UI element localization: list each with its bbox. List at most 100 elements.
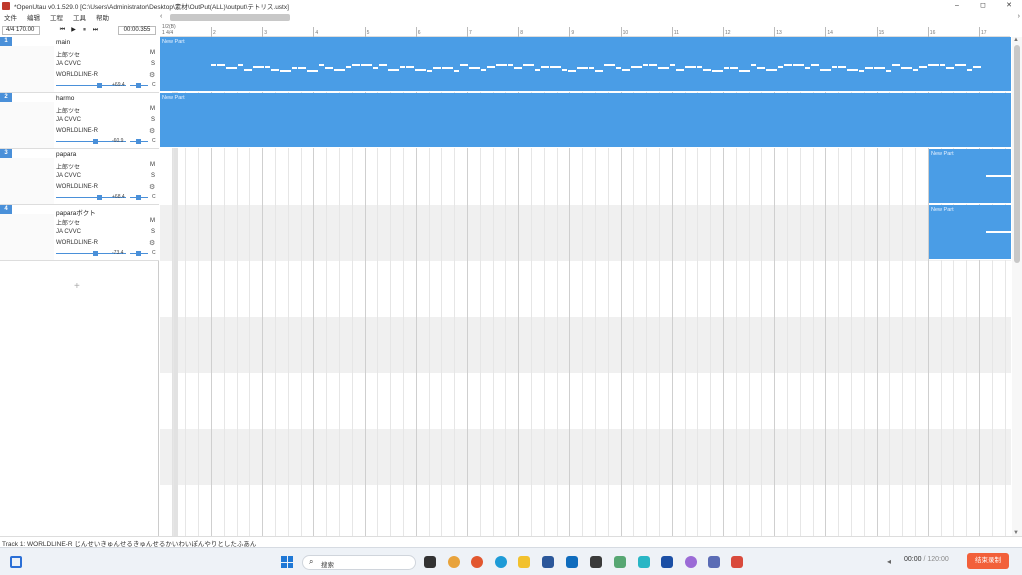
- track-phonemizer[interactable]: JA CVVC: [56, 61, 81, 67]
- track-canvas[interactable]: New Part New Part New Part New Part: [160, 37, 1011, 536]
- app-icon-green[interactable]: [614, 556, 626, 568]
- pan-slider-knob[interactable]: [136, 195, 141, 200]
- vertical-scroll-thumb[interactable]: [1014, 45, 1020, 263]
- mute-button[interactable]: M: [150, 218, 155, 224]
- gear-icon[interactable]: ⚙: [149, 239, 155, 247]
- gear-icon[interactable]: ⚙: [149, 71, 155, 79]
- track-header[interactable]: 1 main 上郎ツセ JA CVVC WORLDLINE-R M S ⚙ +69.4 C: [0, 37, 159, 93]
- mute-button[interactable]: M: [150, 50, 155, 56]
- pause-icon[interactable]: ⏸: [79, 26, 90, 35]
- scroll-up-icon[interactable]: ▲: [1013, 37, 1019, 43]
- pan-slider-knob[interactable]: [136, 251, 141, 256]
- outlook-icon[interactable]: [566, 556, 578, 568]
- note-preview: [928, 64, 939, 66]
- track-header[interactable]: 2 harmo 上郎ツセ JA CVVC WORLDLINE-R M S ⚙ -60.9 C: [0, 93, 159, 149]
- gear-icon[interactable]: ⚙: [149, 127, 155, 135]
- track-header[interactable]: 3 papara 上郎ツセ JA CVVC WORLDLINE-R M S ⚙ +68.4 C: [0, 149, 159, 205]
- skip-back-icon[interactable]: ⏮: [57, 26, 68, 35]
- task-view-icon[interactable]: [424, 556, 436, 568]
- play-icon[interactable]: ▶: [68, 26, 79, 35]
- taskbar-search[interactable]: ⌕ 搜索: [302, 555, 416, 570]
- track-phonemizer[interactable]: JA CVVC: [56, 229, 81, 235]
- volume-slider-knob[interactable]: [97, 195, 102, 200]
- solo-button[interactable]: S: [151, 173, 155, 179]
- track-number-badge[interactable]: 4: [0, 205, 12, 214]
- edge-icon[interactable]: [495, 556, 507, 568]
- track-renderer[interactable]: WORLDLINE-R: [56, 72, 98, 78]
- track-name[interactable]: paparaボクト: [56, 207, 96, 217]
- solo-button[interactable]: S: [151, 61, 155, 67]
- volume-slider-knob[interactable]: [93, 139, 98, 144]
- track-part[interactable]: New Part: [160, 93, 1011, 148]
- firefox-icon[interactable]: [471, 556, 483, 568]
- track-renderer[interactable]: WORLDLINE-R: [56, 184, 98, 190]
- signature-tempo-box[interactable]: 4/4 170.00: [2, 26, 40, 35]
- skip-forward-icon[interactable]: ⏭: [90, 26, 101, 35]
- singer-avatar[interactable]: [0, 102, 54, 148]
- menu-edit[interactable]: 编辑: [27, 12, 40, 22]
- volume-icon[interactable]: ◂: [887, 557, 891, 566]
- track-renderer[interactable]: WORLDLINE-R: [56, 128, 98, 134]
- stop-recording-button[interactable]: 结束录制: [967, 553, 1009, 569]
- horizontal-scroll-thumb[interactable]: [170, 14, 290, 21]
- pan-slider-knob[interactable]: [136, 83, 141, 88]
- singer-avatar[interactable]: [0, 158, 54, 204]
- app-icon-blue[interactable]: [661, 556, 673, 568]
- app-icon-purple[interactable]: [685, 556, 697, 568]
- singer-avatar[interactable]: [0, 46, 54, 92]
- singer-avatar[interactable]: [0, 214, 54, 260]
- track-singer[interactable]: 上郎ツセ: [56, 50, 80, 59]
- terminal-icon[interactable]: [590, 556, 602, 568]
- mute-button[interactable]: M: [150, 106, 155, 112]
- volume-slider-knob[interactable]: [93, 251, 98, 256]
- vertical-scrollbar[interactable]: ▲ ▼: [1012, 37, 1022, 536]
- widgets-icon[interactable]: [10, 556, 22, 568]
- copilot-icon[interactable]: [448, 556, 460, 568]
- app-icon-indigo[interactable]: [708, 556, 720, 568]
- ruler-bar-number: 3: [264, 30, 267, 36]
- solo-button[interactable]: S: [151, 117, 155, 123]
- track-number-badge[interactable]: 3: [0, 149, 12, 158]
- maximize-button[interactable]: ◻: [970, 0, 996, 11]
- ruler-bar-tick: [774, 27, 776, 37]
- track-header[interactable]: 4 paparaボクト 上郎ツセ JA CVVC WORLDLINE-R M S ⚙ -73.4…: [0, 205, 159, 261]
- track-singer[interactable]: 上郎ツセ: [56, 106, 80, 115]
- track-part[interactable]: New Part: [929, 149, 1011, 204]
- mute-button[interactable]: M: [150, 162, 155, 168]
- start-icon[interactable]: [281, 556, 293, 568]
- track-part[interactable]: New Part: [929, 205, 1011, 260]
- close-button[interactable]: ✕: [996, 0, 1022, 11]
- menu-project[interactable]: 工程: [50, 12, 63, 22]
- volume-slider-knob[interactable]: [97, 83, 102, 88]
- file-explorer-icon[interactable]: [518, 556, 530, 568]
- pan-slider-knob[interactable]: [136, 139, 141, 144]
- note-preview: [244, 68, 252, 71]
- track-phonemizer[interactable]: JA CVVC: [56, 117, 81, 123]
- scroll-right-icon[interactable]: ›: [1018, 13, 1020, 20]
- menu-tools[interactable]: 工具: [73, 12, 86, 22]
- ruler-bar-number: 16: [929, 30, 936, 36]
- track-singer[interactable]: 上郎ツセ: [56, 218, 80, 227]
- solo-button[interactable]: S: [151, 229, 155, 235]
- store-icon[interactable]: [542, 556, 554, 568]
- track-name[interactable]: main: [56, 39, 70, 46]
- track-phonemizer[interactable]: JA CVVC: [56, 173, 81, 179]
- track-renderer[interactable]: WORLDLINE-R: [56, 240, 98, 246]
- scroll-left-icon[interactable]: ‹: [160, 13, 162, 20]
- horizontal-scrollbar[interactable]: ‹ ›: [160, 12, 1022, 23]
- track-name[interactable]: papara: [56, 151, 76, 158]
- track-number-badge[interactable]: 2: [0, 93, 12, 102]
- timeline-ruler[interactable]: 1/2(B) 1 4/4 2 3 4 5 6 7 8 9 10 11 12 13 14 15 16 17: [160, 24, 1010, 37]
- note-preview: [874, 67, 885, 69]
- gear-icon[interactable]: ⚙: [149, 183, 155, 191]
- track-number-badge[interactable]: 1: [0, 37, 12, 46]
- menu-help[interactable]: 帮助: [96, 12, 109, 22]
- minimize-button[interactable]: –: [944, 0, 970, 11]
- vscode-icon[interactable]: [638, 556, 650, 568]
- track-name[interactable]: harmo: [56, 95, 74, 102]
- track-part[interactable]: New Part: [160, 37, 1011, 92]
- menu-file[interactable]: 文件: [4, 12, 17, 22]
- track-singer[interactable]: 上郎ツセ: [56, 162, 80, 171]
- add-track-button[interactable]: +: [74, 281, 80, 292]
- openutau-taskbar-icon[interactable]: [731, 556, 743, 568]
